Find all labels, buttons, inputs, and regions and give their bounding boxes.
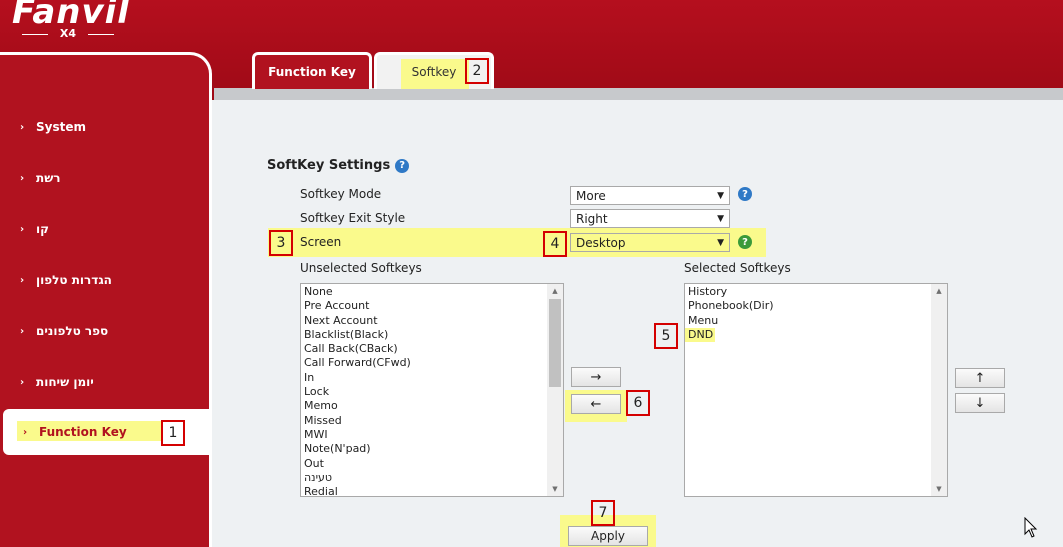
- list-item[interactable]: Lock: [301, 385, 563, 399]
- dropdown-arrow-icon: ▼: [717, 213, 724, 224]
- annotation-badge-1: 1: [161, 420, 185, 446]
- scroll-up-arrow-icon[interactable]: ▲: [931, 284, 947, 298]
- scroll-down-arrow-icon[interactable]: ▼: [547, 482, 563, 496]
- model-label: X4: [14, 27, 122, 40]
- list-item[interactable]: טעינה: [301, 471, 563, 485]
- annotation-badge-5: 5: [654, 323, 678, 349]
- select-value: More: [576, 188, 606, 203]
- sidebar-item-label: רשת: [36, 171, 61, 185]
- dropdown-arrow-icon: ▼: [717, 237, 724, 248]
- screen-select[interactable]: Desktop ▼: [570, 233, 730, 252]
- annotation-badge-3: 3: [269, 230, 293, 256]
- list-item[interactable]: Out: [301, 457, 563, 471]
- softkey-exit-style-label: Softkey Exit Style: [300, 211, 406, 225]
- sidebar-item-function-key-content: › Function Key: [23, 422, 127, 442]
- selected-softkeys-list[interactable]: History Phonebook(Dir) Menu DND ▲ ▼: [684, 283, 948, 497]
- chevron-right-icon: ›: [20, 376, 25, 388]
- unselected-softkeys-list[interactable]: None Pre Account Next Account Blacklist(…: [300, 283, 564, 497]
- help-icon[interactable]: ?: [738, 235, 752, 249]
- softkey-settings-title: SoftKey Settings ?: [267, 158, 410, 173]
- list-item[interactable]: Call Back(CBack): [301, 342, 563, 356]
- sidebar-item-network[interactable]: › רשת: [20, 168, 61, 188]
- unselected-softkeys-label: Unselected Softkeys: [300, 261, 422, 275]
- help-icon[interactable]: ?: [395, 158, 410, 173]
- annotation-badge-2: 2: [465, 58, 489, 84]
- list-item[interactable]: None: [301, 285, 563, 299]
- sidebar-item-label: יומן שיחות: [36, 375, 94, 389]
- list-item[interactable]: Menu: [685, 314, 947, 328]
- content-top-band: [214, 88, 1063, 100]
- scrollbar-thumb[interactable]: [549, 299, 561, 387]
- scroll-down-arrow-icon[interactable]: ▼: [931, 482, 947, 496]
- sidebar-item-phone-settings[interactable]: › הגדרות טלפון: [20, 270, 112, 290]
- scroll-up-arrow-icon[interactable]: ▲: [547, 284, 563, 298]
- list-item[interactable]: DND: [685, 327, 715, 343]
- sidebar-item-label: ספר טלפונים: [36, 324, 109, 338]
- list-item[interactable]: History: [685, 285, 947, 299]
- select-value: Right: [576, 211, 608, 226]
- list-item[interactable]: Redial: [301, 485, 563, 496]
- chevron-right-icon: ›: [20, 172, 25, 184]
- sidebar-item-label: Function Key: [39, 425, 127, 439]
- softkey-mode-label: Softkey Mode: [300, 187, 382, 201]
- list-item[interactable]: MWI: [301, 428, 563, 442]
- move-left-button[interactable]: ←: [571, 394, 621, 414]
- sidebar-item-label: System: [36, 120, 86, 134]
- list-item[interactable]: Next Account: [301, 314, 563, 328]
- screen-label: Screen: [300, 235, 342, 249]
- softkey-exit-style-select[interactable]: Right ▼: [570, 209, 730, 228]
- move-down-button[interactable]: ↓: [955, 393, 1005, 413]
- chevron-right-icon: ›: [20, 325, 25, 337]
- list-item[interactable]: Note(N'pad): [301, 442, 563, 456]
- apply-button[interactable]: Apply: [568, 526, 648, 546]
- move-up-button[interactable]: ↑: [955, 368, 1005, 388]
- tab-label: Function Key: [268, 65, 356, 79]
- tab-label: Softkey: [411, 65, 457, 79]
- sidebar-item-call-log[interactable]: › יומן שיחות: [20, 372, 94, 392]
- chevron-right-icon: ›: [20, 121, 25, 133]
- move-right-button[interactable]: →: [571, 367, 621, 387]
- dropdown-arrow-icon: ▼: [717, 190, 724, 201]
- chevron-right-icon: ›: [20, 223, 25, 235]
- section-title-text: SoftKey Settings: [267, 158, 391, 173]
- list-item[interactable]: Call Forward(CFwd): [301, 356, 563, 370]
- list-item[interactable]: Phonebook(Dir): [685, 299, 947, 313]
- annotation-badge-7: 7: [591, 500, 615, 526]
- sidebar-item-label: הגדרות טלפון: [36, 273, 112, 287]
- list-item[interactable]: Memo: [301, 399, 563, 413]
- help-icon[interactable]: ?: [738, 187, 752, 201]
- sidebar-item-line[interactable]: › קו: [20, 219, 49, 239]
- sidebar-item-label: קו: [36, 222, 49, 236]
- selected-softkeys-label: Selected Softkeys: [684, 261, 791, 275]
- tab-function-key[interactable]: Function Key: [252, 52, 372, 89]
- chevron-right-icon: ›: [20, 274, 25, 286]
- chevron-right-icon: ›: [23, 426, 28, 438]
- select-value: Desktop: [576, 235, 626, 250]
- list-item[interactable]: Pre Account: [301, 299, 563, 313]
- sidebar-item-phonebook[interactable]: › ספר טלפונים: [20, 321, 108, 341]
- annotation-badge-6: 6: [626, 390, 650, 416]
- list-item[interactable]: Blacklist(Black): [301, 328, 563, 342]
- scrollbar[interactable]: ▲ ▼: [931, 284, 947, 496]
- mouse-cursor-icon: [1024, 517, 1038, 538]
- list-item[interactable]: In: [301, 371, 563, 385]
- sidebar-item-system[interactable]: › System: [20, 117, 86, 137]
- softkey-mode-select[interactable]: More ▼: [570, 186, 730, 205]
- annotation-badge-4: 4: [543, 231, 567, 257]
- list-item[interactable]: Missed: [301, 414, 563, 428]
- scrollbar[interactable]: ▲ ▼: [547, 284, 563, 496]
